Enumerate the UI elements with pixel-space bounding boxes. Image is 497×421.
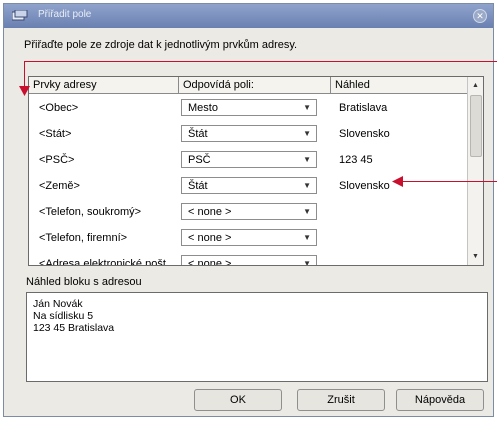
vertical-scrollbar[interactable]: ▲ ▼ (467, 77, 483, 265)
annotation-arrow-icon (19, 86, 30, 96)
address-field-label: <Obec> (39, 102, 79, 114)
preview-value: 123 45 (339, 154, 373, 166)
dialog-window: Přiřadit pole ✕ Přiřaďte pole ze zdroje … (3, 3, 494, 417)
table-row: <PSČ> PSČ ▼ 123 45 (29, 147, 467, 173)
header-preview[interactable]: Náhled (331, 77, 467, 94)
field-select[interactable]: Mesto ▼ (181, 99, 317, 116)
annotation-line (24, 61, 25, 89)
address-block-label: Náhled bloku s adresou (26, 276, 142, 288)
preview-value: Slovensko (339, 128, 390, 140)
table-row: <Telefon, soukromý> < none > ▼ (29, 199, 467, 225)
dropdown-arrow-icon[interactable]: ▼ (303, 155, 311, 164)
field-mapping-table: Prvky adresy Odpovídá poli: Náhled <Obec… (28, 76, 484, 266)
field-select-value: < none > (188, 258, 232, 266)
address-field-label: <Adresa elektronické pošt (39, 258, 166, 266)
field-select-value: Štát (188, 128, 208, 140)
field-select[interactable]: Štát ▼ (181, 177, 317, 194)
table-row: <Stát> Štát ▼ Slovensko (29, 121, 467, 147)
preview-value: Slovensko (339, 180, 390, 192)
annotation-line (400, 181, 497, 182)
field-select[interactable]: PSČ ▼ (181, 151, 317, 168)
table-row: <Obec> Mesto ▼ Bratislava (29, 95, 467, 121)
app-icon (12, 10, 28, 21)
address-line: 123 45 Bratislava (33, 322, 115, 334)
dropdown-arrow-icon[interactable]: ▼ (303, 259, 311, 265)
field-select[interactable]: Štát ▼ (181, 125, 317, 142)
instruction-text: Přiřaďte pole ze zdroje dat k jednotlivý… (24, 39, 298, 51)
header-matches-field[interactable]: Odpovídá poli: (179, 77, 331, 94)
annotation-arrow-icon (392, 176, 403, 187)
address-line: Na sídlisku 5 (33, 310, 94, 322)
header-address-elements[interactable]: Prvky adresy (29, 77, 179, 94)
field-select-value: < none > (188, 206, 232, 218)
field-select[interactable]: < none > ▼ (181, 255, 317, 266)
title-bar[interactable]: Přiřadit pole ✕ (4, 4, 493, 28)
address-block-preview: Ján Novák Na sídlisku 5 123 45 Bratislav… (26, 292, 488, 382)
cancel-button[interactable]: Zrušit (297, 389, 385, 411)
field-select[interactable]: < none > ▼ (181, 203, 317, 220)
field-select-value: < none > (188, 232, 232, 244)
help-button[interactable]: Nápověda (396, 389, 484, 411)
table-row: <Adresa elektronické pošt < none > ▼ (29, 251, 467, 266)
dropdown-arrow-icon[interactable]: ▼ (303, 103, 311, 112)
field-select-value: Štát (188, 180, 208, 192)
dropdown-arrow-icon[interactable]: ▼ (303, 207, 311, 216)
table-row: <Telefon, firemní> < none > ▼ (29, 225, 467, 251)
field-select-value: Mesto (188, 102, 218, 114)
address-field-label: <PSČ> (39, 154, 75, 166)
scroll-down-icon[interactable]: ▼ (468, 248, 483, 265)
address-line: Ján Novák (33, 298, 83, 310)
scroll-up-icon[interactable]: ▲ (468, 77, 483, 94)
address-field-label: <Stát> (39, 128, 72, 140)
field-select[interactable]: < none > ▼ (181, 229, 317, 246)
dropdown-arrow-icon[interactable]: ▼ (303, 129, 311, 138)
ok-button[interactable]: OK (194, 389, 282, 411)
field-select-value: PSČ (188, 154, 211, 166)
address-field-label: <Telefon, soukromý> (39, 206, 142, 218)
scrollbar-thumb[interactable] (470, 95, 482, 157)
annotation-line (24, 61, 497, 62)
window-title: Přiřadit pole (38, 9, 92, 20)
address-field-label: <Telefon, firemní> (39, 232, 128, 244)
close-icon[interactable]: ✕ (473, 9, 487, 23)
dropdown-arrow-icon[interactable]: ▼ (303, 233, 311, 242)
address-field-label: <Země> (39, 180, 80, 192)
dropdown-arrow-icon[interactable]: ▼ (303, 181, 311, 190)
preview-value: Bratislava (339, 102, 388, 114)
